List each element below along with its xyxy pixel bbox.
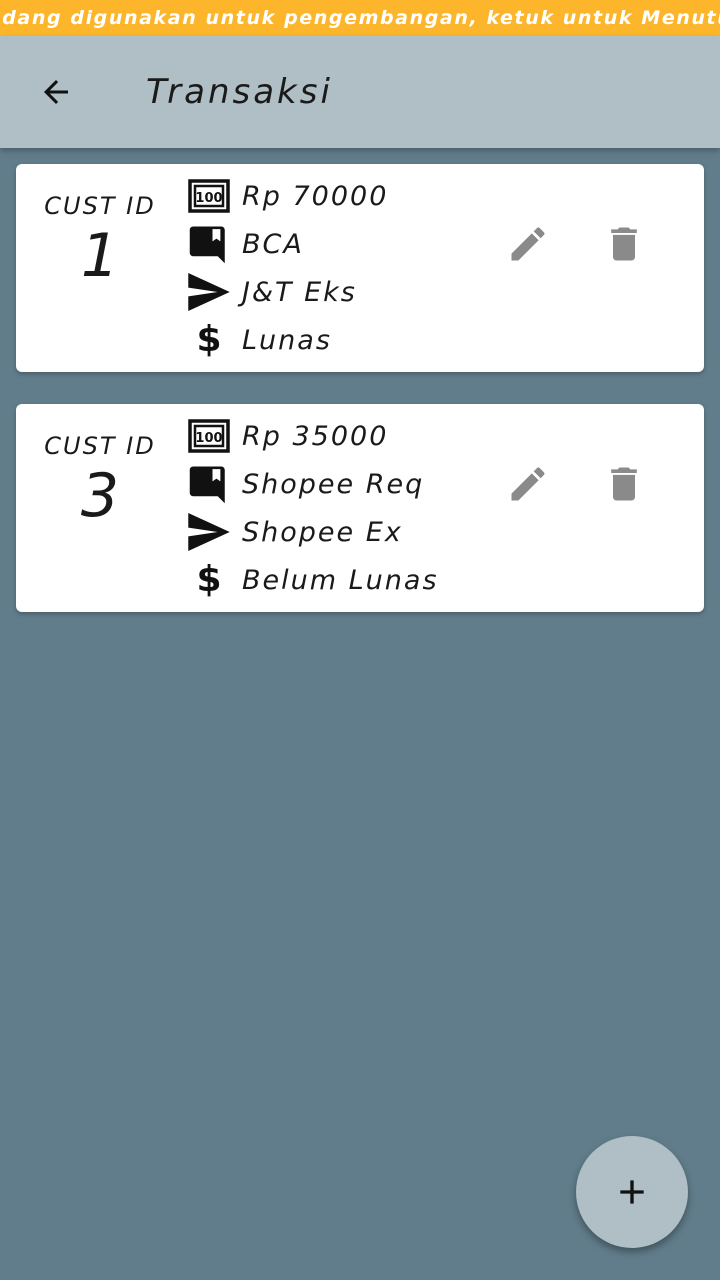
- amount-row: 100 Rp 70000: [188, 174, 388, 218]
- arrow-back-icon: [44, 80, 68, 104]
- delete-button[interactable]: [600, 460, 648, 508]
- bank-text: Shopee Req: [242, 468, 425, 500]
- app-bar: Transaksi: [0, 36, 720, 148]
- amount-text: Rp 70000: [242, 180, 389, 212]
- send-icon: [188, 271, 230, 313]
- trash-icon: [611, 467, 637, 501]
- money-100-icon: 100: [188, 415, 230, 457]
- pencil-icon: [511, 467, 545, 501]
- bank-row: Shopee Req: [188, 462, 424, 506]
- amount-row: 100 Rp 35000: [188, 414, 388, 458]
- customer-id-label: CUST ID: [44, 432, 156, 460]
- dev-mode-banner-text: Sedang digunakan untuk pengembangan, ket…: [0, 7, 720, 29]
- back-button[interactable]: [26, 62, 86, 122]
- courier-text: J&T Eks: [242, 276, 357, 308]
- amount-text: Rp 35000: [242, 420, 389, 452]
- bank-row: BCA: [188, 222, 304, 266]
- customer-id-value: 1: [80, 221, 120, 291]
- customer-id-block: CUST ID 3: [16, 432, 184, 532]
- bookmark-comment-icon: [188, 223, 230, 265]
- plus-icon: [620, 1180, 644, 1204]
- trash-icon: [611, 227, 637, 261]
- bank-text: BCA: [242, 228, 304, 260]
- edit-button[interactable]: [504, 220, 552, 268]
- customer-id-label: CUST ID: [44, 192, 156, 220]
- send-icon: [188, 511, 230, 553]
- svg-text:100: 100: [195, 431, 222, 446]
- status-row: $ Belum Lunas: [188, 558, 439, 602]
- courier-row: J&T Eks: [188, 270, 357, 314]
- money-100-icon: 100: [188, 175, 230, 217]
- customer-id-block: CUST ID 1: [16, 192, 184, 292]
- bookmark-comment-icon: [188, 463, 230, 505]
- transaction-card[interactable]: CUST ID 3 100 Rp 35000 Shopee Req Shopee: [16, 404, 704, 612]
- dev-mode-banner[interactable]: Sedang digunakan untuk pengembangan, ket…: [0, 0, 720, 36]
- add-transaction-button[interactable]: [576, 1136, 688, 1248]
- transaction-card[interactable]: CUST ID 1 100 Rp 70000 BCA J&T Eks $ Lun…: [16, 164, 704, 372]
- dollar-icon: $: [196, 559, 222, 600]
- status-text: Belum Lunas: [242, 564, 439, 596]
- status-text: Lunas: [242, 324, 332, 356]
- customer-id-value: 3: [80, 461, 120, 531]
- edit-button[interactable]: [504, 460, 552, 508]
- pencil-icon: [511, 227, 545, 261]
- dollar-icon: $: [196, 319, 222, 360]
- page-title: Transaksi: [146, 72, 333, 112]
- delete-button[interactable]: [600, 220, 648, 268]
- courier-row: Shopee Ex: [188, 510, 403, 554]
- status-row: $ Lunas: [188, 318, 332, 362]
- courier-text: Shopee Ex: [242, 516, 403, 548]
- svg-text:100: 100: [195, 191, 222, 206]
